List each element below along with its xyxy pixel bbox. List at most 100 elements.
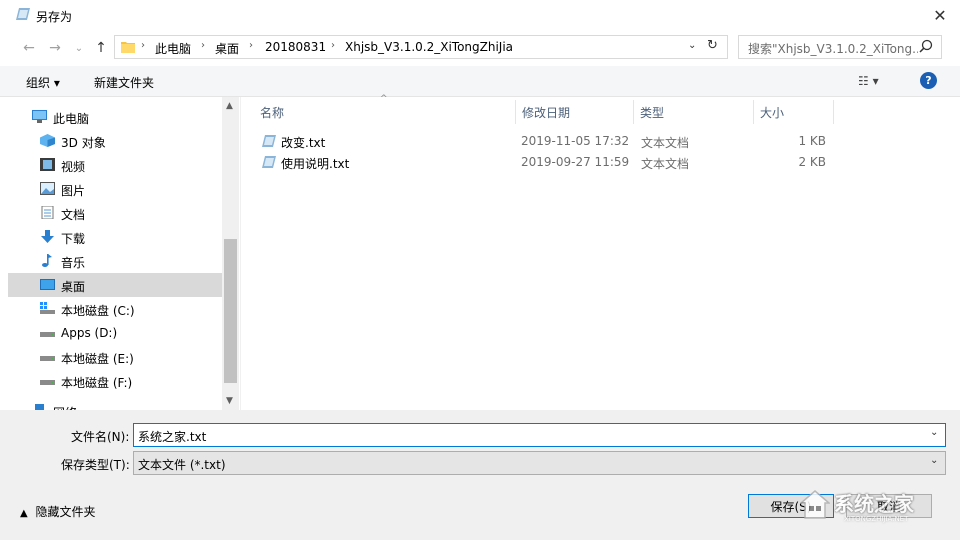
organize-button[interactable]: 组织 ▾ bbox=[26, 74, 60, 91]
sidebar-item-pictures[interactable]: 图片 bbox=[8, 177, 222, 201]
sidebar-item-label: 文档 bbox=[61, 208, 86, 222]
recent-locations-button[interactable]: ⌄ bbox=[68, 38, 90, 58]
file-row[interactable]: 使用说明.txt 2019-09-27 11:59 文本文档 2 KB bbox=[254, 152, 834, 172]
scrollbar-thumb[interactable] bbox=[224, 239, 237, 383]
desktop-icon bbox=[40, 279, 55, 290]
command-bar: 组织 ▾ 新建文件夹 ☷ ▾ ? bbox=[0, 66, 960, 97]
pane-divider[interactable] bbox=[240, 97, 241, 410]
music-icon bbox=[42, 254, 52, 267]
hide-folders-toggle[interactable]: ▲ 隐藏文件夹 bbox=[20, 503, 96, 520]
file-name: 改变.txt bbox=[281, 136, 326, 150]
sidebar-item-this-pc[interactable]: 此电脑 bbox=[8, 105, 222, 129]
watermark-subtext: XITONGZHIJIA.NET bbox=[844, 515, 909, 523]
sidebar-item-drive-c[interactable]: 本地磁盘 (C:) bbox=[8, 297, 222, 321]
sidebar-item-drive-e[interactable]: 本地磁盘 (E:) bbox=[8, 345, 222, 369]
filetype-select[interactable]: 文本文件 (*.txt) ⌄ bbox=[133, 451, 946, 475]
drive-icon bbox=[40, 332, 55, 337]
up-button[interactable]: ↑ bbox=[90, 38, 112, 58]
notepad-icon bbox=[16, 8, 30, 20]
file-name: 使用说明.txt bbox=[281, 157, 350, 171]
sidebar-item-desktop[interactable]: 桌面 bbox=[8, 273, 222, 297]
sidebar-item-drive-d[interactable]: Apps (D:) bbox=[8, 321, 222, 345]
picture-icon bbox=[40, 182, 55, 195]
video-icon bbox=[40, 158, 55, 171]
drive-icon bbox=[40, 356, 55, 361]
hide-folders-label: 隐藏文件夹 bbox=[35, 505, 96, 519]
search-box[interactable]: 搜索"Xhjsb_V3.1.0.2_XiTong... bbox=[738, 35, 942, 59]
sidebar-item-label: Apps (D:) bbox=[61, 326, 118, 340]
sidebar-item-drive-f[interactable]: 本地磁盘 (F:) bbox=[8, 369, 222, 393]
close-button[interactable]: ✕ bbox=[920, 0, 960, 30]
filetype-value: 文本文件 (*.txt) bbox=[138, 458, 226, 472]
chevron-up-icon: ▲ bbox=[20, 508, 28, 519]
back-button[interactable]: ← bbox=[18, 38, 40, 58]
help-icon[interactable]: ? bbox=[920, 72, 937, 89]
watermark-logo: 系统之家 XITONGZHIJIA.NET bbox=[800, 486, 950, 528]
view-options-button[interactable]: ☷ ▾ bbox=[858, 74, 879, 88]
file-size: 2 KB bbox=[798, 155, 826, 169]
text-file-icon bbox=[262, 135, 276, 147]
sidebar-item-label: 3D 对象 bbox=[61, 136, 106, 150]
file-modified: 2019-09-27 11:59 bbox=[521, 155, 630, 169]
sidebar-item-label: 此电脑 bbox=[53, 112, 90, 126]
chevron-down-icon[interactable]: ⌄ bbox=[930, 427, 938, 438]
file-type: 文本文档 bbox=[641, 157, 690, 171]
house-logo-icon bbox=[800, 490, 830, 519]
sidebar-item-downloads[interactable]: 下载 bbox=[8, 225, 222, 249]
new-folder-button[interactable]: 新建文件夹 bbox=[94, 74, 154, 91]
breadcrumb-item[interactable]: Xhjsb_V3.1.0.2_XiTongZhiJia bbox=[345, 40, 513, 54]
sidebar-item-label: 桌面 bbox=[61, 280, 86, 294]
chevron-right-icon: › bbox=[249, 40, 253, 51]
navigation-scrollbar[interactable]: ▲ ▼ bbox=[222, 97, 239, 410]
navigation-pane: 此电脑 3D 对象 视频 图片 文档 下载 音乐 桌面 本地磁盘 (C:) Ap… bbox=[8, 97, 222, 410]
drive-icon bbox=[40, 380, 55, 385]
sidebar-item-documents[interactable]: 文档 bbox=[8, 201, 222, 225]
text-file-icon bbox=[262, 156, 276, 168]
filename-field[interactable]: 系统之家.txt ⌄ bbox=[133, 423, 946, 447]
computer-icon bbox=[32, 110, 47, 123]
column-header-type[interactable]: 类型 bbox=[634, 100, 754, 124]
search-input[interactable]: 搜索"Xhjsb_V3.1.0.2_XiTong... bbox=[748, 40, 918, 57]
document-icon bbox=[41, 206, 54, 219]
scroll-up-arrow-icon[interactable]: ▲ bbox=[226, 101, 233, 111]
sidebar-item-label: 音乐 bbox=[61, 256, 86, 270]
chevron-right-icon: › bbox=[201, 40, 205, 51]
address-bar[interactable]: › 此电脑 › 桌面 › 20180831 › Xhjsb_V3.1.0.2_X… bbox=[114, 35, 728, 59]
filename-value[interactable]: 系统之家.txt bbox=[138, 428, 206, 445]
column-header-date[interactable]: 修改日期 bbox=[516, 100, 634, 124]
windows-drive-icon bbox=[40, 302, 55, 314]
file-row[interactable]: 改变.txt 2019-11-05 17:32 文本文档 1 KB bbox=[254, 131, 834, 151]
sidebar-item-music[interactable]: 音乐 bbox=[8, 249, 222, 273]
column-header-name[interactable]: 名称 bbox=[254, 100, 516, 124]
forward-button[interactable]: → bbox=[44, 38, 66, 58]
sidebar-item-label: 下载 bbox=[61, 232, 86, 246]
cube-icon bbox=[40, 134, 55, 147]
breadcrumb-item[interactable]: 桌面 bbox=[215, 40, 239, 57]
sidebar-item-label: 本地磁盘 (E:) bbox=[61, 352, 134, 366]
watermark-text: 系统之家 bbox=[834, 492, 914, 516]
chevron-right-icon: › bbox=[331, 40, 335, 51]
scroll-down-arrow-icon[interactable]: ▼ bbox=[226, 396, 233, 406]
column-header-size[interactable]: 大小 bbox=[754, 100, 834, 124]
file-type: 文本文档 bbox=[641, 136, 690, 150]
file-modified: 2019-11-05 17:32 bbox=[521, 134, 630, 148]
refresh-button[interactable]: ↻ bbox=[707, 38, 718, 53]
title-bar: 另存为 ✕ bbox=[0, 0, 960, 30]
chevron-down-icon[interactable]: ⌄ bbox=[930, 455, 938, 466]
breadcrumb-item[interactable]: 20180831 bbox=[265, 40, 326, 54]
sidebar-item-3d-objects[interactable]: 3D 对象 bbox=[8, 129, 222, 153]
sidebar-item-label: 图片 bbox=[61, 184, 86, 198]
sidebar-item-label: 本地磁盘 (C:) bbox=[61, 304, 135, 318]
breadcrumb-item[interactable]: 此电脑 bbox=[155, 40, 191, 57]
window-title: 另存为 bbox=[36, 10, 73, 24]
chevron-right-icon: › bbox=[141, 40, 145, 51]
file-size: 1 KB bbox=[798, 134, 826, 148]
download-icon bbox=[41, 230, 54, 243]
sidebar-item-label: 本地磁盘 (F:) bbox=[61, 376, 133, 390]
chevron-down-icon[interactable]: ⌄ bbox=[688, 40, 696, 51]
filetype-label: 保存类型(T): bbox=[61, 458, 130, 472]
sidebar-item-videos[interactable]: 视频 bbox=[8, 153, 222, 177]
folder-icon bbox=[121, 42, 135, 53]
sidebar-item-network[interactable]: 网络 bbox=[8, 399, 222, 410]
search-icon[interactable] bbox=[919, 39, 933, 53]
